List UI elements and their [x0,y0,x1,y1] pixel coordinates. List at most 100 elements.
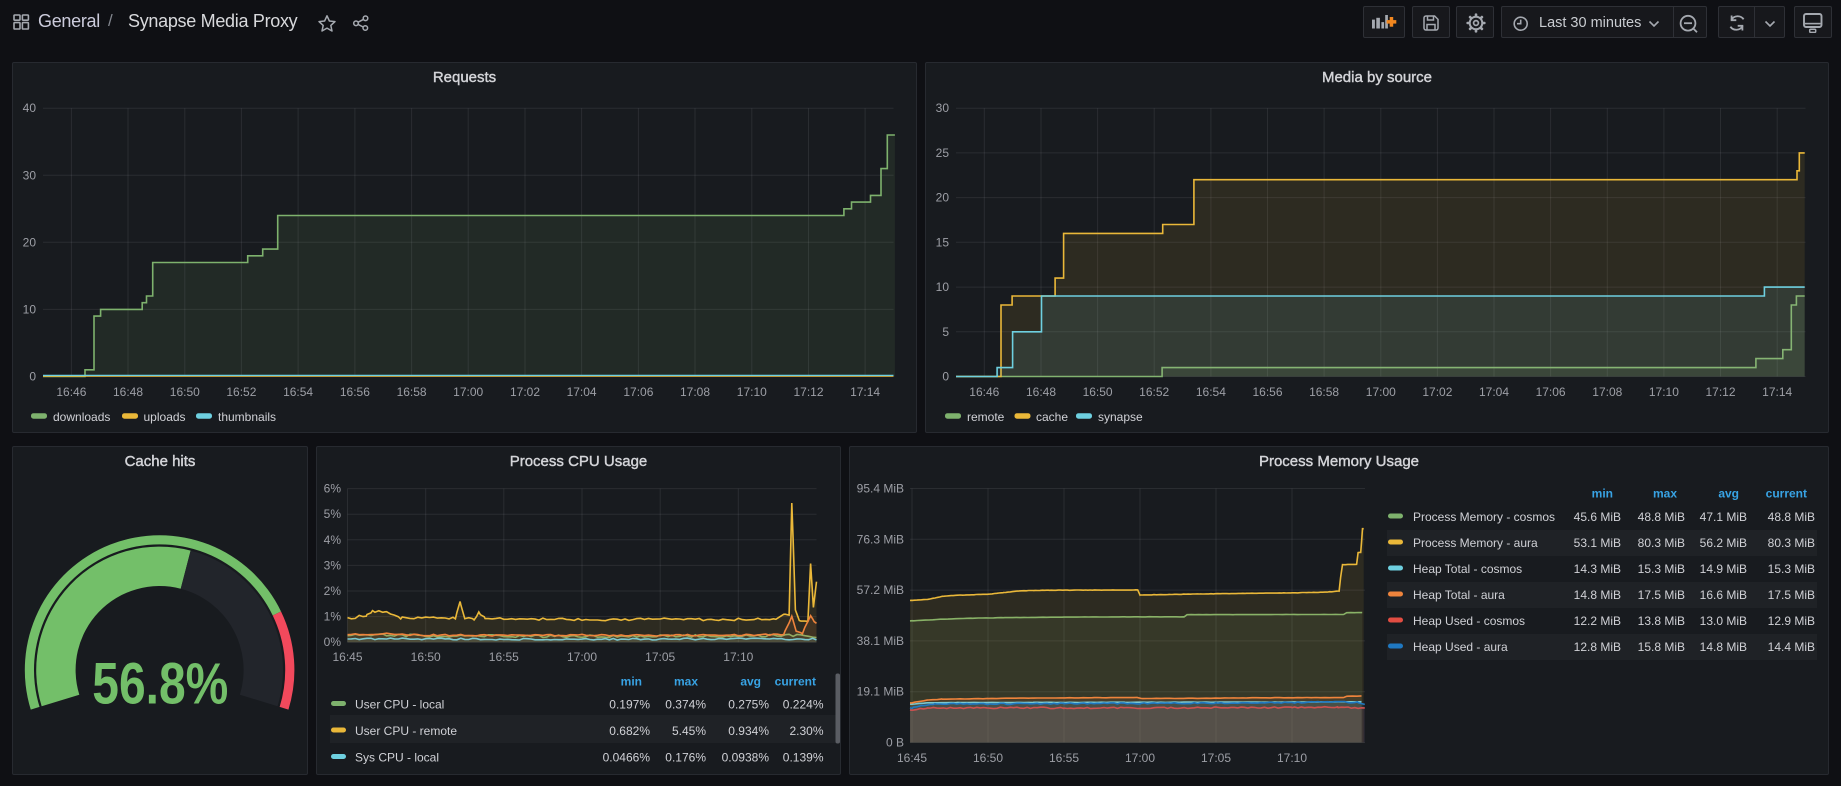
svg-text:45.6 MiB: 45.6 MiB [1574,510,1621,524]
svg-text:2.30%: 2.30% [789,724,823,738]
svg-text:15: 15 [936,235,950,249]
svg-text:5%: 5% [324,507,342,521]
svg-text:17:08: 17:08 [680,385,710,399]
svg-text:thumbnails: thumbnails [218,410,276,424]
svg-text:0.139%: 0.139% [783,751,824,765]
svg-text:95.4 MiB: 95.4 MiB [857,482,904,496]
svg-text:17:08: 17:08 [1592,385,1622,399]
svg-text:15.3 MiB: 15.3 MiB [1638,562,1685,576]
svg-text:User CPU - local: User CPU - local [355,698,444,712]
svg-text:16:46: 16:46 [56,385,86,399]
svg-text:16:48: 16:48 [113,385,143,399]
svg-text:Process Memory - aura: Process Memory - aura [1413,536,1538,550]
svg-text:17:00: 17:00 [567,650,597,664]
svg-text:min: min [621,675,642,689]
svg-text:avg: avg [740,675,761,689]
svg-text:17:12: 17:12 [1705,385,1735,399]
svg-text:40: 40 [23,101,37,115]
svg-text:17:06: 17:06 [623,385,653,399]
svg-text:57.2 MiB: 57.2 MiB [857,583,904,597]
svg-text:16:55: 16:55 [489,650,519,664]
svg-text:30: 30 [23,168,37,182]
svg-text:cache: cache [1036,410,1068,424]
svg-text:56.8%: 56.8% [92,652,228,717]
svg-text:16:48: 16:48 [1026,385,1056,399]
svg-text:25: 25 [936,146,950,160]
svg-text:17:00: 17:00 [1366,385,1396,399]
svg-text:current: current [1766,487,1807,501]
svg-text:15.8 MiB: 15.8 MiB [1638,640,1685,654]
svg-text:17.5 MiB: 17.5 MiB [1638,588,1685,602]
svg-text:14.8 MiB: 14.8 MiB [1700,640,1747,654]
svg-text:38.1 MiB: 38.1 MiB [857,634,904,648]
svg-text:14.3 MiB: 14.3 MiB [1574,562,1621,576]
svg-text:20: 20 [936,191,950,205]
svg-text:0: 0 [942,370,949,384]
svg-text:56.2 MiB: 56.2 MiB [1700,536,1747,550]
svg-text:17:05: 17:05 [645,650,675,664]
svg-text:20: 20 [23,235,37,249]
svg-text:0.0938%: 0.0938% [722,751,770,765]
svg-text:17:10: 17:10 [1277,751,1307,765]
svg-text:remote: remote [967,410,1005,424]
svg-text:1%: 1% [324,610,342,624]
svg-text:17:10: 17:10 [723,650,753,664]
svg-text:14.4 MiB: 14.4 MiB [1768,640,1815,654]
svg-text:min: min [1592,487,1613,501]
svg-text:current: current [775,675,816,689]
svg-text:76.3 MiB: 76.3 MiB [857,532,904,546]
svg-text:Heap Total - aura: Heap Total - aura [1413,588,1505,602]
svg-text:0 B: 0 B [886,736,904,750]
svg-text:17:00: 17:00 [1125,751,1155,765]
svg-text:Heap Used - cosmos: Heap Used - cosmos [1413,614,1525,628]
svg-text:12.2 MiB: 12.2 MiB [1574,614,1621,628]
svg-text:avg: avg [1718,487,1739,501]
svg-text:16:56: 16:56 [340,385,370,399]
svg-text:47.1 MiB: 47.1 MiB [1700,510,1747,524]
svg-text:17:14: 17:14 [850,385,880,399]
svg-text:16:45: 16:45 [332,650,362,664]
svg-text:16:58: 16:58 [1309,385,1339,399]
svg-text:16:56: 16:56 [1252,385,1282,399]
svg-text:10: 10 [23,302,37,316]
svg-text:17:12: 17:12 [793,385,823,399]
svg-text:17:14: 17:14 [1762,385,1792,399]
svg-text:6%: 6% [324,482,342,496]
svg-text:17:10: 17:10 [737,385,767,399]
svg-text:16:55: 16:55 [1049,751,1079,765]
svg-text:max: max [1653,487,1677,501]
svg-text:16:54: 16:54 [1196,385,1226,399]
svg-text:0: 0 [29,370,36,384]
svg-text:17:00: 17:00 [453,385,483,399]
svg-text:14.8 MiB: 14.8 MiB [1574,588,1621,602]
svg-text:10: 10 [936,280,950,294]
svg-text:uploads: uploads [144,410,186,424]
svg-text:19.1 MiB: 19.1 MiB [857,685,904,699]
svg-text:13.0 MiB: 13.0 MiB [1700,614,1747,628]
svg-text:Process Memory - cosmos: Process Memory - cosmos [1413,510,1555,524]
svg-text:User CPU - remote: User CPU - remote [355,724,457,738]
svg-text:16:50: 16:50 [411,650,441,664]
svg-text:17:02: 17:02 [510,385,540,399]
svg-text:48.8 MiB: 48.8 MiB [1768,510,1815,524]
svg-text:0.176%: 0.176% [665,751,706,765]
svg-text:17:04: 17:04 [1479,385,1509,399]
svg-text:16:45: 16:45 [897,751,927,765]
svg-text:downloads: downloads [53,410,110,424]
svg-text:Heap Used - aura: Heap Used - aura [1413,640,1508,654]
svg-text:synapse: synapse [1098,410,1143,424]
svg-text:53.1 MiB: 53.1 MiB [1574,536,1621,550]
svg-text:17:10: 17:10 [1649,385,1679,399]
svg-text:16:50: 16:50 [973,751,1003,765]
svg-text:14.9 MiB: 14.9 MiB [1700,562,1747,576]
svg-text:16:52: 16:52 [226,385,256,399]
svg-text:0%: 0% [324,635,342,649]
svg-text:max: max [674,675,698,689]
svg-text:0.224%: 0.224% [783,698,824,712]
svg-text:16:50: 16:50 [170,385,200,399]
svg-text:12.8 MiB: 12.8 MiB [1574,640,1621,654]
svg-text:0.197%: 0.197% [609,698,650,712]
svg-text:17:02: 17:02 [1422,385,1452,399]
svg-text:12.9 MiB: 12.9 MiB [1768,614,1815,628]
svg-text:13.8 MiB: 13.8 MiB [1638,614,1685,628]
